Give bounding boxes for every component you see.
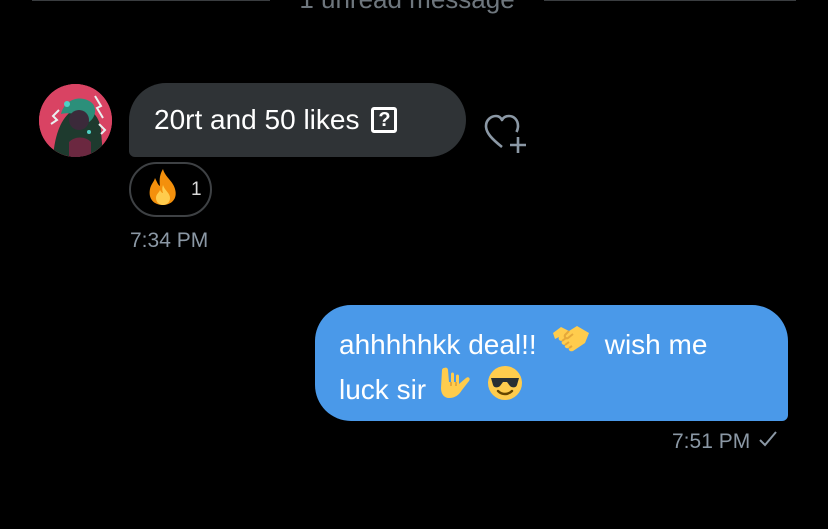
outgoing-message-line-1: ahhhhhkk deal!! wish me: [339, 322, 766, 367]
avatar[interactable]: [39, 84, 112, 157]
incoming-timestamp: 7:34 PM: [130, 229, 209, 252]
unknown-glyph-icon: ?: [371, 107, 398, 133]
reaction-count: 1: [191, 178, 202, 200]
heart-plus-icon[interactable]: [482, 111, 532, 155]
sunglasses-emoji-icon: [486, 364, 524, 415]
handshake-emoji-icon: [551, 321, 591, 368]
incoming-message-text: 20rt and 50 likes: [154, 104, 360, 135]
reaction-pill[interactable]: 1: [129, 162, 212, 217]
outgoing-message-line-2: luck sir: [339, 364, 766, 415]
divider-line-right: [544, 0, 796, 1]
outgoing-message-bubble[interactable]: ahhhhhkk deal!! wish me luck sir: [315, 305, 788, 421]
outgoing-message-text-1: ahhhhhkk deal!!: [339, 329, 537, 360]
incoming-message-bubble[interactable]: 20rt and 50 likes ?: [129, 83, 466, 157]
outgoing-timestamp: 7:51 PM: [672, 430, 751, 453]
sent-check-icon: [758, 430, 778, 454]
outgoing-message-text-3: luck sir: [339, 374, 427, 405]
unread-divider-label: 1 unread message: [276, 0, 538, 15]
love-you-gesture-emoji-icon: [436, 364, 474, 415]
outgoing-timestamp-row: 7:51 PM: [672, 430, 778, 454]
outgoing-message-text-2: wish me: [604, 329, 708, 360]
divider-line-left: [32, 0, 270, 1]
fire-emoji-icon: [143, 167, 183, 212]
